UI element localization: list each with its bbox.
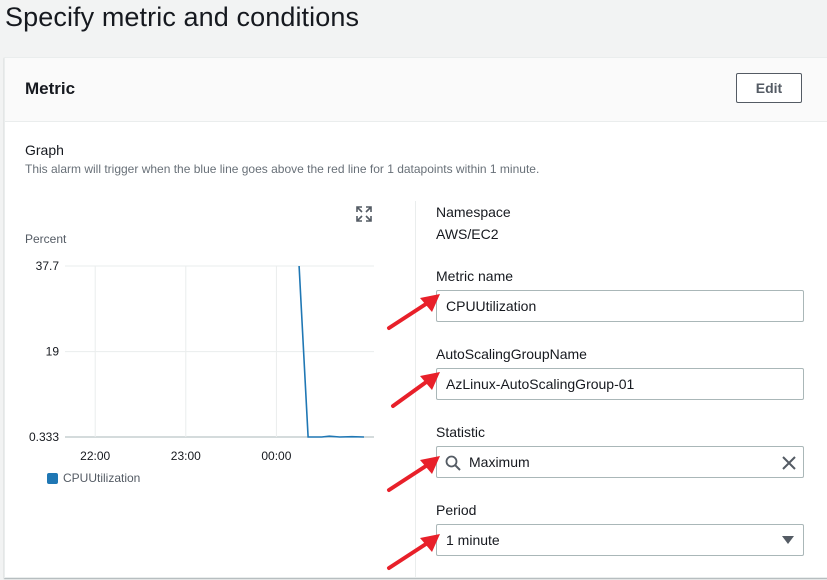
x-tick-label: 23:00 — [171, 449, 201, 463]
period-value: 1 minute — [446, 532, 500, 548]
x-tick-label: 00:00 — [261, 449, 291, 463]
asg-name-field[interactable]: AzLinux-AutoScalingGroup-01 — [436, 368, 804, 400]
edit-button[interactable]: Edit — [736, 73, 802, 103]
search-icon — [445, 455, 461, 471]
statistic-field[interactable]: Maximum — [436, 446, 804, 478]
metric-name-label: Metric name — [436, 268, 514, 284]
period-label: Period — [436, 502, 477, 518]
period-select[interactable]: 1 minute — [436, 524, 804, 556]
annotation-arrow — [387, 534, 440, 570]
expand-icon[interactable] — [356, 206, 372, 222]
page-title: Specify metric and conditions — [5, 2, 360, 32]
namespace-label: Namespace — [436, 204, 511, 220]
statistic-value: Maximum — [469, 454, 530, 470]
legend-swatch — [47, 473, 58, 484]
metric-panel: Metric Edit Graph This alarm will trigge… — [4, 57, 827, 578]
metric-name-value: CPUUtilization — [446, 298, 537, 314]
legend-label: CPUUtilization — [63, 471, 141, 485]
metric-name-field[interactable]: CPUUtilization — [436, 290, 804, 322]
graph-title: Graph — [25, 142, 64, 158]
y-axis-unit-label: Percent — [25, 232, 67, 246]
y-tick-label: 0.333 — [29, 430, 59, 444]
annotation-arrow — [387, 294, 440, 330]
cpu-utilization-chart: 37.7 19 0.333 22:00 23:00 00:00 — [29, 259, 374, 463]
panel-title: Metric — [25, 79, 76, 98]
y-tick-label: 37.7 — [36, 259, 60, 273]
y-tick-label: 19 — [46, 345, 60, 359]
namespace-value: AWS/EC2 — [436, 226, 499, 242]
graph-description: This alarm will trigger when the blue li… — [25, 162, 540, 176]
clear-icon[interactable] — [782, 456, 796, 470]
asg-name-value: AzLinux-AutoScalingGroup-01 — [446, 376, 635, 392]
annotation-arrow — [391, 372, 440, 408]
annotation-arrow — [387, 456, 440, 492]
statistic-label: Statistic — [436, 424, 486, 440]
panel-header: Metric Edit — [5, 58, 827, 122]
x-tick-label: 22:00 — [80, 449, 110, 463]
caret-down-icon — [782, 536, 794, 544]
asg-name-label: AutoScalingGroupName — [436, 346, 587, 362]
